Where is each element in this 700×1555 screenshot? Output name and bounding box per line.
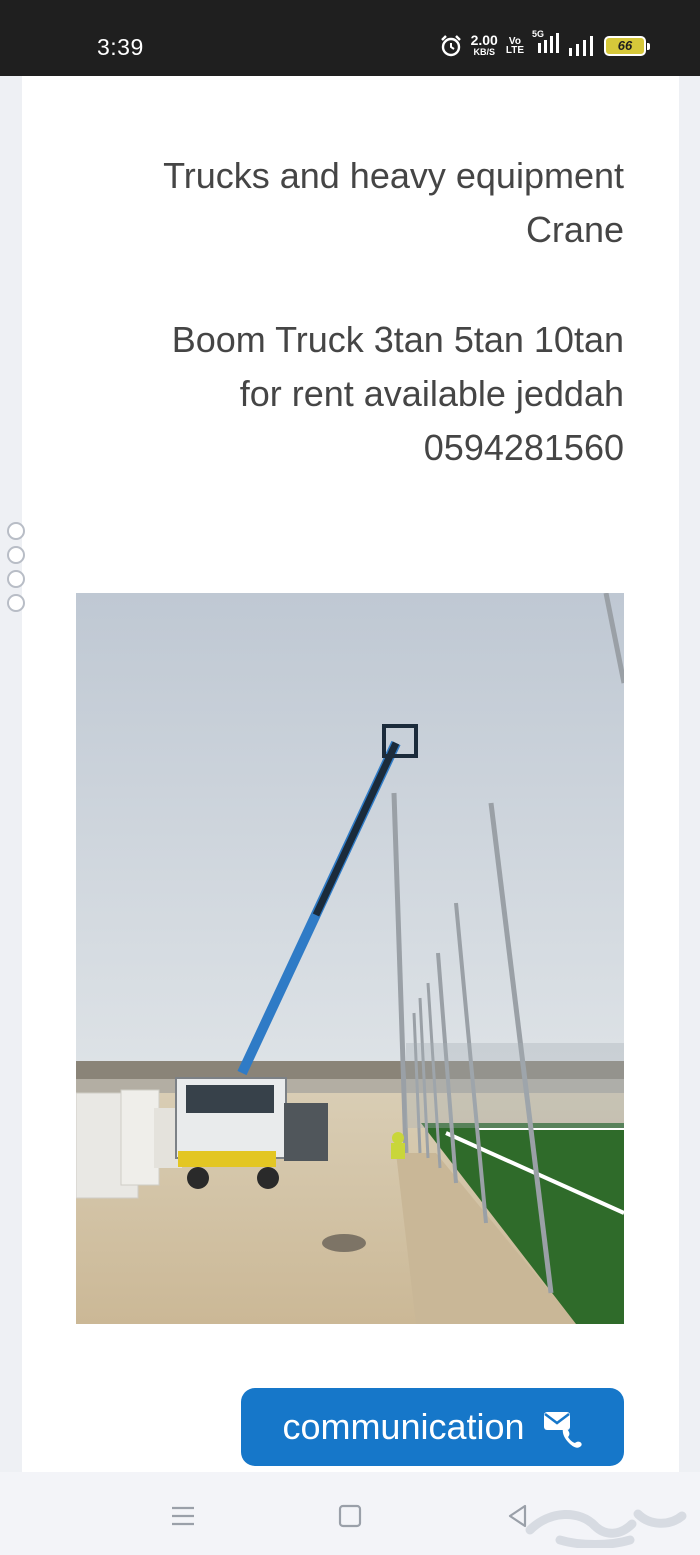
status-indicators: 2.00 KB/S Vo LTE 5G 66 [439, 29, 650, 58]
volte-bottom: LTE [505, 44, 524, 56]
description-line-2: Crane [525, 209, 624, 250]
signal-icon-2 [569, 35, 593, 56]
nav-home-button[interactable] [332, 1498, 368, 1534]
menu-icon [172, 1506, 194, 1526]
description-line-1: Trucks and heavy equipment [163, 155, 624, 196]
description-line-4: for rent available jeddah [239, 373, 624, 414]
battery-level: 66 [617, 38, 633, 53]
side-dot [7, 570, 25, 588]
net-speed: 2.00 KB/S [470, 32, 498, 57]
side-dot [7, 594, 25, 612]
listing-photo[interactable] [76, 593, 624, 1324]
side-dot [7, 522, 25, 540]
side-handle[interactable] [7, 522, 25, 612]
alarm-icon [440, 34, 461, 56]
app-watermark-logo [525, 1509, 687, 1548]
status-bar: 3:39 2.00 KB/S Vo LTE 5G 66 [0, 0, 700, 76]
network-type: 5G [532, 29, 545, 39]
status-time: 3:39 [97, 34, 144, 60]
phone-mail-icon [543, 1412, 582, 1448]
communication-button[interactable]: communication [241, 1388, 624, 1466]
signal-5g: 5G [532, 29, 560, 58]
nav-menu-button[interactable] [165, 1498, 201, 1534]
net-speed-unit: KB/S [473, 47, 495, 57]
battery-icon: 66 [604, 35, 650, 56]
communication-label: communication [282, 1406, 525, 1447]
volte-indicator: Vo LTE [505, 36, 524, 56]
net-speed-value: 2.00 [470, 32, 498, 48]
listing-description-top: Trucks and heavy equipment Crane [64, 149, 624, 257]
listing-description-bottom: Boom Truck 3tan 5tan 10tan for rent avai… [64, 313, 624, 475]
description-line-5-phone[interactable]: 0594281560 [64, 421, 624, 475]
side-dot [7, 546, 25, 564]
description-line-3: Boom Truck 3tan 5tan 10tan [171, 319, 624, 360]
home-icon [338, 1504, 362, 1528]
